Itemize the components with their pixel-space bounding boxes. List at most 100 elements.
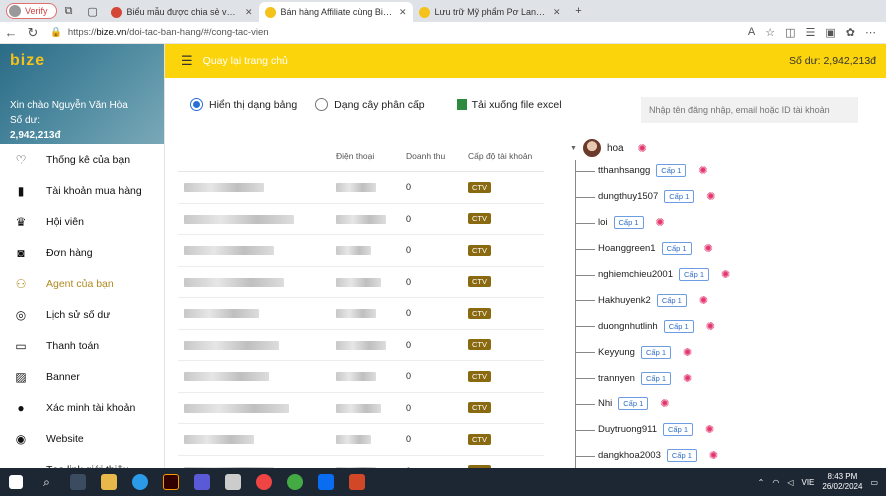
gear-icon[interactable]: ✺	[638, 142, 647, 155]
read-aloud-icon[interactable]: A	[748, 26, 755, 39]
close-icon[interactable]: ✕	[399, 7, 407, 18]
url-field[interactable]: 🔒 https://bize.vn/doi-tac-ban-hang/#/con…	[50, 25, 590, 41]
close-icon[interactable]: ✕	[553, 7, 561, 18]
level-tag: Cấp 1	[664, 190, 695, 204]
revenue-cell: 0	[406, 276, 412, 287]
chrome-icon[interactable]	[248, 468, 279, 496]
download-excel-button[interactable]: Tải xuống file excel	[456, 99, 562, 111]
sidebar-item-label: Banner	[46, 370, 80, 383]
wifi-icon[interactable]: ◠	[772, 478, 779, 487]
sidebar-item-4[interactable]: ⚇ Agent của bạn	[0, 268, 164, 299]
view-table-radio[interactable]: Hiển thị dạng bảng	[190, 98, 297, 111]
more-icon[interactable]: ⋯	[865, 26, 876, 39]
gear-icon[interactable]: ✺	[706, 320, 715, 333]
gear-icon[interactable]: ✺	[705, 423, 714, 436]
gear-icon[interactable]: ✺	[709, 449, 718, 462]
table-row[interactable]: 0 CTV	[178, 330, 544, 361]
table-row[interactable]: 0 CTV	[178, 267, 544, 298]
gear-icon[interactable]: ✺	[699, 294, 708, 307]
node-username: Keyyung	[598, 346, 635, 358]
tree-node[interactable]: Hoanggreen1 Cấp 1 ✺	[570, 236, 870, 262]
bize-logo[interactable]: bize	[10, 52, 154, 70]
new-tab-icon[interactable]: +	[567, 5, 591, 17]
sidebar-item-9[interactable]: ◉ Website	[0, 423, 164, 454]
tree-node[interactable]: tthanhsangg Cấp 1 ✺	[570, 158, 870, 184]
favorite-star-icon[interactable]: ☆	[765, 26, 775, 39]
table-row[interactable]: 0 CTV	[178, 393, 544, 424]
table-row[interactable]: 0 CTV	[178, 235, 544, 267]
back-arrow-icon[interactable]: ←	[0, 25, 22, 40]
gear-icon[interactable]: ✺	[704, 242, 713, 255]
tree-node[interactable]: loi Cấp 1 ✺	[570, 210, 870, 236]
search-input[interactable]	[641, 97, 858, 123]
extensions-icon[interactable]: ✿	[846, 26, 855, 39]
sidebar-item-label: Thanh toán	[46, 339, 100, 352]
sidebar-item-2[interactable]: ♛ Hội viên	[0, 206, 164, 237]
table-row[interactable]: 0 CTV	[178, 361, 544, 393]
table-row[interactable]: 0 CTV	[178, 424, 544, 456]
revenue-cell: 0	[406, 371, 412, 382]
sidebar-item-3[interactable]: ◙ Đơn hàng	[0, 237, 164, 268]
view-tree-radio[interactable]: Dạng cây phân cấp	[315, 98, 425, 111]
zalo-icon[interactable]	[310, 468, 341, 496]
app-icon-2[interactable]	[217, 468, 248, 496]
table-row[interactable]: 0 CTV	[178, 172, 544, 204]
close-icon[interactable]: ✕	[245, 7, 253, 18]
back-home-link[interactable]: Quay lại trang chủ	[203, 55, 288, 67]
tree-node[interactable]: Duytruong911 Cấp 1 ✺	[570, 417, 870, 443]
tree-node[interactable]: dungthuy1507 Cấp 1 ✺	[570, 184, 870, 210]
windows-start-icon[interactable]	[0, 468, 31, 496]
chrome-icon-2[interactable]	[279, 468, 310, 496]
task-view-icon[interactable]	[62, 468, 93, 496]
tree-node[interactable]: Hakhuyenk2 Cấp 1 ✺	[570, 287, 870, 313]
powerpoint-icon[interactable]	[341, 468, 372, 496]
sidebar-item-6[interactable]: ▭ Thanh toán	[0, 330, 164, 361]
tree-node[interactable]: duongnhutlinh Cấp 1 ✺	[570, 313, 870, 339]
browser-tab-2[interactable]: Lưu trữ Mỹ phẩm Pơ Lang - Biz-E ✕	[413, 2, 567, 22]
gear-icon[interactable]: ✺	[698, 164, 707, 177]
gear-icon[interactable]: ✺	[721, 268, 730, 281]
gear-icon[interactable]: ✺	[706, 190, 715, 203]
gear-icon[interactable]: ✺	[683, 372, 692, 385]
sidebar-item-5[interactable]: ◎ Lịch sử số dư	[0, 299, 164, 330]
tree-root[interactable]: ▼ hoa ✺	[570, 138, 870, 158]
collections-icon[interactable]: ▣	[825, 26, 835, 39]
browser-tab-0[interactable]: Biểu mẫu được chia sẻ với bạn: 'I ✕	[105, 2, 259, 22]
tree-node[interactable]: trannyen Cấp 1 ✺	[570, 365, 870, 391]
illustrator-icon[interactable]	[155, 468, 186, 496]
workspaces-icon[interactable]: ⧉	[57, 5, 81, 18]
collapse-triangle-icon[interactable]: ▼	[570, 145, 577, 152]
sidebar-item-7[interactable]: ▨ Banner	[0, 361, 164, 392]
sidebar-item-label: Tài khoản mua hàng	[46, 184, 142, 197]
notification-icon[interactable]: ▭	[870, 478, 878, 487]
clock[interactable]: 8:43 PM 26/02/2024	[822, 472, 862, 492]
search-icon[interactable]: ⌕	[31, 468, 62, 496]
tab-actions-icon[interactable]: ▢	[81, 5, 105, 18]
gear-icon[interactable]: ✺	[683, 346, 692, 359]
level-badge: CTV	[468, 433, 491, 445]
refresh-icon[interactable]: ↻	[22, 25, 44, 41]
edge-icon[interactable]	[124, 468, 155, 496]
hamburger-menu-icon[interactable]: ☰	[181, 53, 193, 69]
file-explorer-icon[interactable]	[93, 468, 124, 496]
address-bar: ← ↻ 🔒 https://bize.vn/doi-tac-ban-hang/#…	[0, 22, 886, 44]
sidebar-item-8[interactable]: ● Xác minh tài khoản	[0, 392, 164, 423]
profile-button[interactable]: Verify	[6, 3, 57, 19]
tree-node[interactable]: Keyyung Cấp 1 ✺	[570, 339, 870, 365]
tree-node[interactable]: nghiemchieu2001 Cấp 1 ✺	[570, 262, 870, 288]
gear-icon[interactable]: ✺	[660, 397, 669, 410]
volume-icon[interactable]: ◁	[787, 478, 793, 487]
split-screen-icon[interactable]: ◫	[785, 26, 795, 39]
language-indicator[interactable]: VIE	[801, 478, 814, 487]
sidebar-item-10[interactable]: ∞Tạo link giới thiệu	[0, 454, 164, 469]
table-row[interactable]: 0 CTV	[178, 204, 544, 235]
app-icon[interactable]	[186, 468, 217, 496]
browser-tab-1[interactable]: Bán hàng Affiliate cùng Biz-E khô ✕	[258, 2, 413, 22]
favorites-icon[interactable]: ☰	[806, 26, 816, 39]
gear-icon[interactable]: ✺	[656, 216, 665, 229]
table-row[interactable]: 0 CTV	[178, 298, 544, 330]
chevron-up-icon[interactable]: ⌃	[758, 478, 765, 487]
tree-node[interactable]: dangkhoa2003 Cấp 1 ✺	[570, 443, 870, 469]
sidebar-item-1[interactable]: ▮ Tài khoản mua hàng	[0, 175, 164, 206]
tree-node[interactable]: Nhi Cấp 1 ✺	[570, 391, 870, 417]
